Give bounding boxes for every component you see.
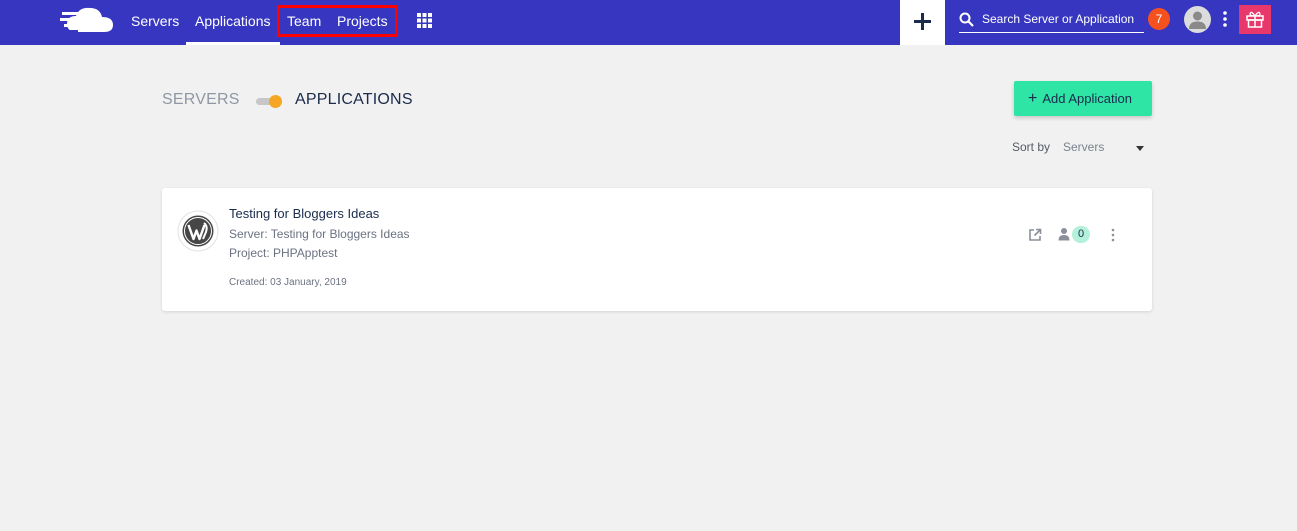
external-link-icon[interactable] [1028, 228, 1042, 242]
sort-label: Sort by [1012, 140, 1051, 154]
team-projects-highlight [277, 5, 398, 37]
add-application-label: Add Application [1042, 91, 1132, 106]
app-project: Project: PHPApptest [229, 246, 338, 260]
nav-applications[interactable]: Applications [186, 0, 279, 45]
toggle-label-applications[interactable]: APPLICATIONS [295, 91, 413, 109]
member-count-badge[interactable]: 0 [1072, 226, 1090, 243]
plus-icon: + [1028, 90, 1038, 107]
add-new-button[interactable] [900, 0, 945, 45]
switch-knob [269, 95, 282, 108]
more-options-icon[interactable] [1110, 228, 1116, 242]
cloudways-logo[interactable] [60, 5, 116, 35]
user-avatar-icon [1189, 11, 1206, 29]
top-navbar: Servers Applications Team Projects 7 [0, 0, 1297, 45]
toggle-label-servers[interactable]: SERVERS [162, 91, 240, 109]
gift-icon [1246, 11, 1264, 28]
plus-icon [914, 13, 931, 30]
grid-icon[interactable] [417, 13, 432, 28]
wordpress-icon [177, 210, 219, 252]
app-name[interactable]: Testing for Bloggers Ideas [229, 206, 379, 221]
gift-button[interactable] [1239, 5, 1271, 34]
app-created-date: Created: 03 January, 2019 [229, 277, 347, 288]
notification-badge[interactable]: 7 [1148, 8, 1170, 30]
search-bar[interactable] [959, 8, 1144, 33]
app-server: Server: Testing for Bloggers Ideas [229, 227, 410, 241]
search-input[interactable] [982, 9, 1144, 29]
chevron-down-icon[interactable] [1136, 146, 1144, 151]
kebab-icon[interactable] [1221, 11, 1229, 27]
nav-servers[interactable]: Servers [131, 0, 179, 45]
application-card[interactable]: Testing for Bloggers Ideas Server: Testi… [162, 188, 1152, 311]
servers-applications-switch[interactable] [256, 94, 284, 108]
avatar[interactable] [1184, 6, 1211, 33]
search-icon [959, 12, 974, 27]
sort-select[interactable]: Servers [1063, 140, 1104, 154]
add-application-button[interactable]: + Add Application [1014, 81, 1152, 116]
user-icon[interactable] [1058, 227, 1070, 241]
